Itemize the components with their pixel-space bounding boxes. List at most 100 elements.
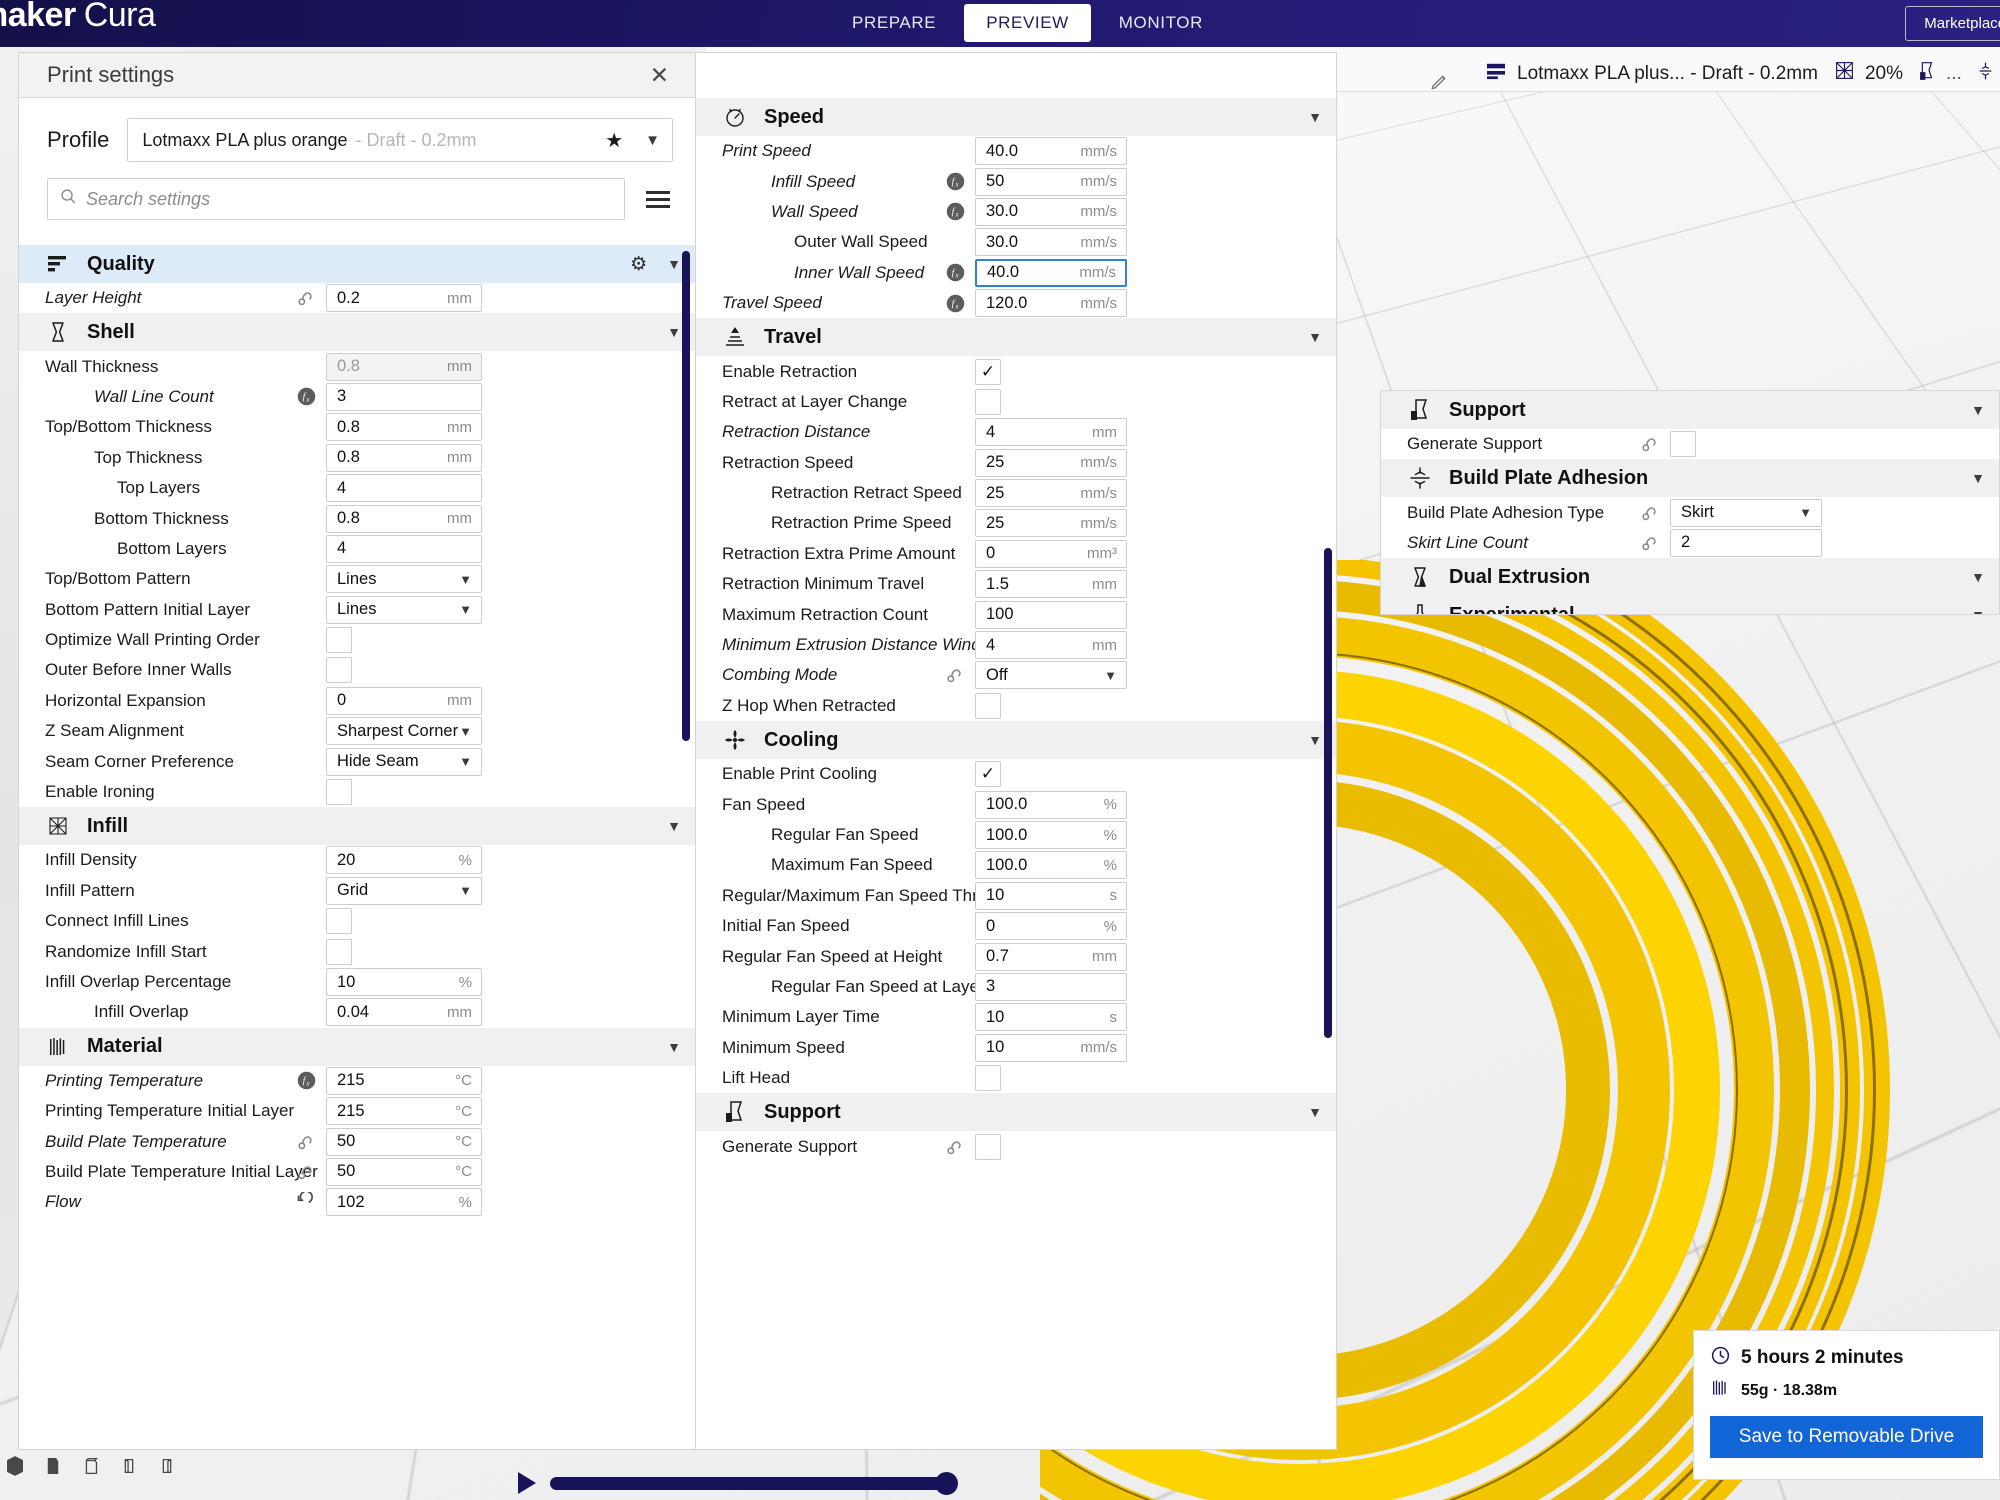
chevron-down-icon[interactable]: ▼ <box>1104 668 1117 683</box>
chevron-down-icon[interactable]: ▼ <box>667 256 681 272</box>
settings-category-material[interactable]: Material ▼ <box>19 1027 695 1066</box>
select-build-plate-adhesion-type[interactable]: Skirt ▼ <box>1670 498 1822 527</box>
input-wall-thickness[interactable]: 0.8 mm <box>326 352 482 381</box>
marketplace-button[interactable]: Marketplace <box>1905 6 2000 41</box>
input-regular-fan-speed-at-layer[interactable]: 3 <box>975 972 1127 1001</box>
chevron-down-icon[interactable]: ▼ <box>1308 109 1322 125</box>
settings-category-build-plate-adhesion[interactable]: Build Plate Adhesion ▼ <box>1381 459 1999 498</box>
revert-icon[interactable] <box>293 1192 319 1212</box>
input-minimum-speed[interactable]: 10 mm/s <box>975 1033 1127 1062</box>
input-regular-maximum-fan-speed-threshold[interactable]: 10 s <box>975 881 1127 910</box>
profile-selector[interactable]: Lotmaxx PLA plus orange - Draft - 0.2mm … <box>127 118 673 162</box>
input-skirt-line-count[interactable]: 2 <box>1670 528 1822 557</box>
view-left-icon[interactable] <box>118 1455 140 1477</box>
input-travel-speed[interactable]: 120.0 mm/s <box>975 289 1127 318</box>
input-flow[interactable]: 102% <box>326 1188 482 1217</box>
chevron-down-icon[interactable]: ▼ <box>1971 569 1985 585</box>
chevron-down-icon[interactable]: ▼ <box>645 132 660 149</box>
input-inner-wall-speed[interactable]: 40.0 mm/s <box>975 258 1127 287</box>
input-top-bottom-thickness[interactable]: 0.8 mm <box>326 413 482 442</box>
checkbox-generate-support[interactable] <box>1670 431 1696 458</box>
select-z-seam-alignment[interactable]: Sharpest Corner ▼ <box>326 717 482 746</box>
play-icon[interactable] <box>518 1472 536 1494</box>
input-initial-fan-speed[interactable]: 0% <box>975 912 1127 941</box>
fx-icon[interactable]: fx <box>293 386 319 407</box>
link-icon[interactable] <box>1637 434 1663 454</box>
checkbox-generate-support[interactable] <box>975 1133 1001 1160</box>
fx-icon[interactable]: fx <box>942 171 968 192</box>
settings-category-infill[interactable]: Infill ▼ <box>19 807 695 846</box>
close-icon[interactable]: ✕ <box>650 63 669 87</box>
chevron-down-icon[interactable]: ▼ <box>1308 732 1322 748</box>
input-minimum-extrusion-distance-window[interactable]: 4 mm <box>975 631 1127 660</box>
input-maximum-retraction-count[interactable]: 100 <box>975 600 1127 629</box>
input-layer-height[interactable]: 0.2 mm <box>326 284 482 313</box>
input-infill-overlap-percentage[interactable]: 10% <box>326 968 482 996</box>
input-outer-wall-speed[interactable]: 30.0 mm/s <box>975 228 1127 257</box>
view-right-icon[interactable] <box>156 1455 178 1477</box>
checkbox-enable-ironing[interactable] <box>326 779 352 806</box>
input-infill-speed[interactable]: 50 mm/s <box>975 167 1127 196</box>
middle-scrollbar[interactable] <box>1324 548 1332 1038</box>
link-icon[interactable] <box>1637 533 1663 553</box>
settings-category-experimental[interactable]: Experimental ▼ <box>1381 596 1999 614</box>
settings-column-left[interactable]: Print settings ✕ Profile Lotmaxx PLA plu… <box>18 52 695 1450</box>
view-3d-icon[interactable] <box>4 1455 26 1477</box>
input-top-thickness[interactable]: 0.8 mm <box>326 443 482 472</box>
chevron-down-icon[interactable]: ▼ <box>667 324 681 340</box>
chevron-down-icon[interactable]: ▼ <box>459 754 472 769</box>
chevron-down-icon[interactable]: ▼ <box>1971 470 1985 486</box>
input-build-plate-temperature[interactable]: 50 °C <box>326 1127 482 1156</box>
chevron-down-icon[interactable]: ▼ <box>667 818 681 834</box>
star-icon[interactable]: ★ <box>605 128 623 153</box>
tab-monitor[interactable]: MONITOR <box>1097 4 1225 42</box>
settings-column-middle[interactable]: Speed ▼ Print Speed 40.0 mm/s Infill Speed f x 5… <box>695 52 1337 1450</box>
search-input[interactable] <box>86 188 612 210</box>
settings-category-dual-extrusion[interactable]: Dual Extrusion ▼ <box>1381 558 1999 597</box>
layer-slider-handle[interactable] <box>935 1471 958 1495</box>
chevron-down-icon[interactable]: ▼ <box>1308 1104 1322 1120</box>
input-regular-fan-speed-at-height[interactable]: 0.7 mm <box>975 942 1127 971</box>
checkbox-optimize-wall-printing-order[interactable] <box>326 627 352 654</box>
gear-icon[interactable]: ⚙ <box>630 253 647 276</box>
chevron-down-icon[interactable]: ▼ <box>459 724 472 739</box>
fx-icon[interactable]: fx <box>942 201 968 222</box>
hamburger-icon[interactable] <box>643 188 673 211</box>
settings-category-quality[interactable]: Quality ⚙ ▼ <box>19 245 695 283</box>
settings-column-right[interactable]: Support ▼ Generate Support Build Plate Adhe… <box>1380 390 2000 615</box>
input-horizontal-expansion[interactable]: 0 mm <box>326 686 482 715</box>
checkbox-randomize-infill-start[interactable] <box>326 938 352 965</box>
chevron-down-icon[interactable]: ▼ <box>1971 402 1985 418</box>
link-icon[interactable] <box>942 665 968 685</box>
input-regular-fan-speed[interactable]: 100.0% <box>975 821 1127 849</box>
view-front-icon[interactable] <box>42 1455 64 1477</box>
select-combing-mode[interactable]: Off ▼ <box>975 661 1127 690</box>
fx-icon[interactable]: fx <box>942 293 968 314</box>
link-icon[interactable] <box>1637 503 1663 523</box>
left-scrollbar[interactable] <box>682 251 690 741</box>
input-retraction-speed[interactable]: 25 mm/s <box>975 448 1127 477</box>
link-icon[interactable] <box>293 1162 319 1182</box>
select-infill-pattern[interactable]: Grid ▼ <box>326 876 482 905</box>
input-retraction-extra-prime-amount[interactable]: 0 mm³ <box>975 539 1127 568</box>
checkbox-enable-print-cooling[interactable]: ✓ <box>975 761 1001 788</box>
input-printing-temperature[interactable]: 215 °C <box>326 1066 482 1095</box>
input-top-layers[interactable]: 4 <box>326 474 482 503</box>
checkbox-connect-infill-lines[interactable] <box>326 908 352 935</box>
input-print-speed[interactable]: 40.0 mm/s <box>975 137 1127 166</box>
settings-category-speed[interactable]: Speed ▼ <box>696 98 1336 136</box>
pencil-icon[interactable] <box>1430 72 1449 96</box>
input-wall-speed[interactable]: 30.0 mm/s <box>975 197 1127 226</box>
tab-prepare[interactable]: PREPARE <box>830 4 958 42</box>
input-wall-line-count[interactable]: 3 <box>326 382 482 411</box>
link-icon[interactable] <box>293 1132 319 1152</box>
chevron-down-icon[interactable]: ▼ <box>1971 607 1985 614</box>
save-to-removable-drive-button[interactable]: Save to Removable Drive <box>1710 1416 1983 1458</box>
checkbox-z-hop-when-retracted[interactable] <box>975 692 1001 719</box>
link-icon[interactable] <box>293 288 319 308</box>
settings-category-support[interactable]: Support ▼ <box>696 1093 1336 1132</box>
settings-category-cooling[interactable]: Cooling ▼ <box>696 721 1336 760</box>
chevron-down-icon[interactable]: ▼ <box>1799 505 1812 520</box>
search-settings-box[interactable] <box>47 178 625 220</box>
select-bottom-pattern-initial-layer[interactable]: Lines ▼ <box>326 595 482 624</box>
